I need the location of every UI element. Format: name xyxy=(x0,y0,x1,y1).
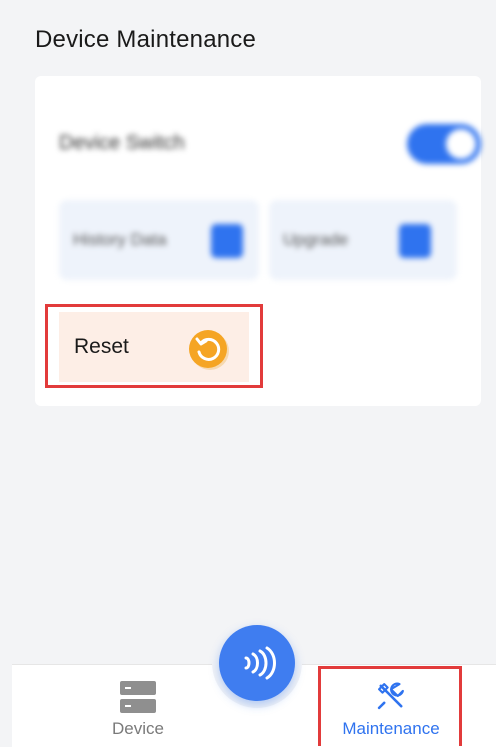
reset-label: Reset xyxy=(74,335,129,358)
device-switch-row[interactable]: Device Switch xyxy=(59,124,481,164)
nav-maintenance[interactable]: Maintenance xyxy=(322,665,460,747)
reset-tile[interactable]: Reset xyxy=(59,312,249,382)
reset-icon xyxy=(189,330,229,370)
upgrade-tile[interactable]: Upgrade xyxy=(269,200,457,280)
maintenance-tools-icon xyxy=(377,682,404,710)
page-title: Device Maintenance xyxy=(35,26,257,53)
history-data-tile[interactable]: History Data xyxy=(59,200,259,280)
device-switch-toggle[interactable] xyxy=(407,124,481,164)
nfc-scan-button[interactable] xyxy=(219,625,295,701)
nfc-icon xyxy=(244,646,276,680)
history-data-icon xyxy=(211,224,243,258)
maintenance-card: Device Switch History Data Upgrade Reset xyxy=(35,76,481,406)
history-data-label: History Data xyxy=(73,230,167,249)
upgrade-icon xyxy=(399,224,431,258)
nav-maintenance-label: Maintenance xyxy=(342,719,440,738)
upgrade-label: Upgrade xyxy=(283,230,349,249)
device-icon xyxy=(120,681,156,713)
nav-device[interactable]: Device xyxy=(82,665,194,747)
nfc-fab-wrapper xyxy=(212,618,302,708)
device-switch-label: Device Switch xyxy=(59,132,185,154)
nav-device-label: Device xyxy=(112,719,164,738)
